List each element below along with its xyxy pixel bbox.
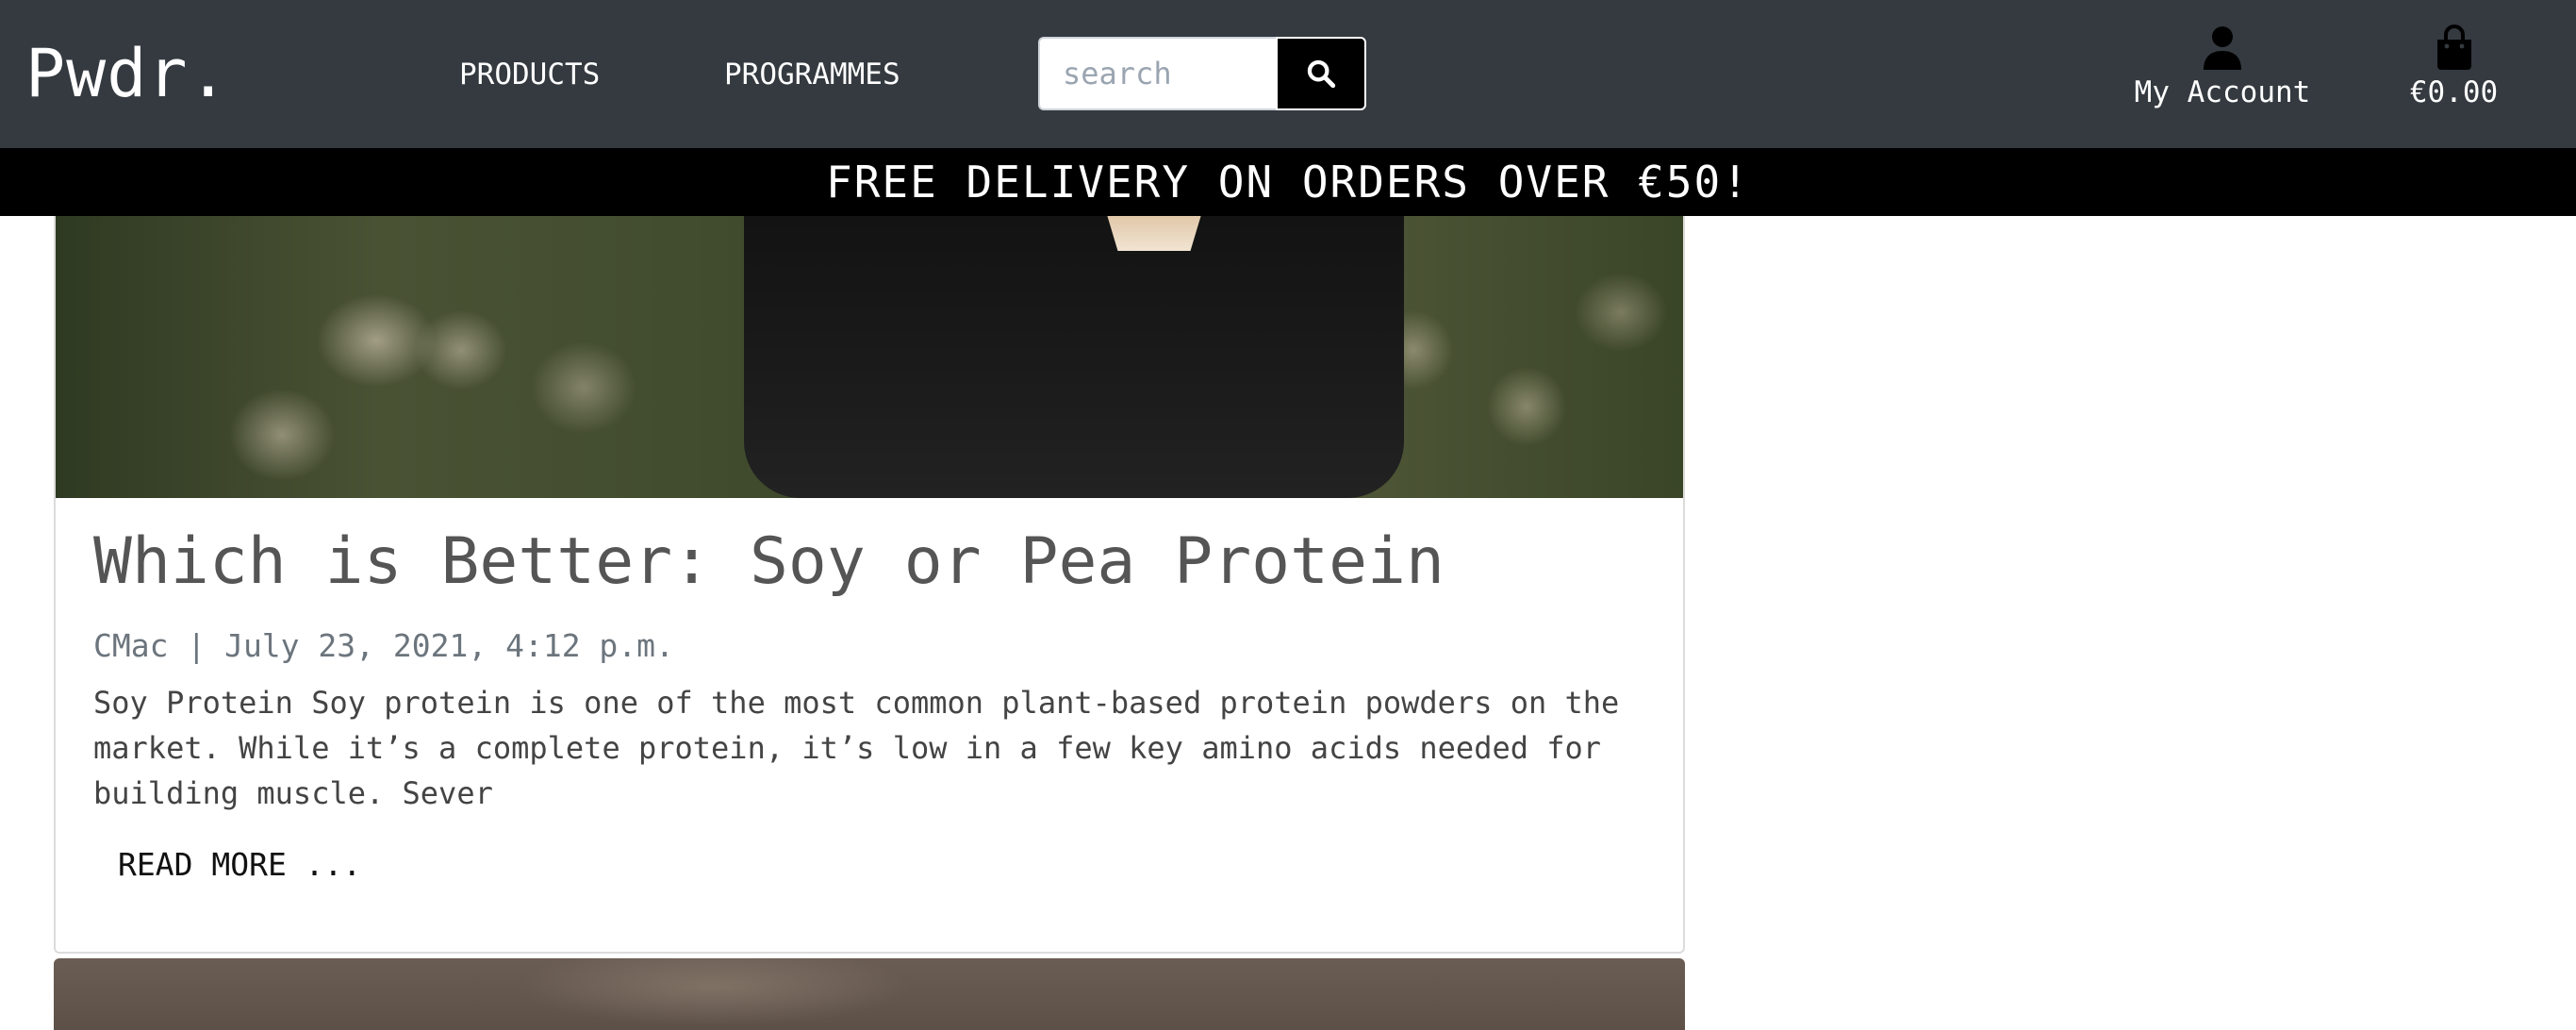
post-meta: CMac | July 23, 2021, 4:12 p.m. [93, 627, 674, 664]
read-more-button[interactable]: READ MORE ... [93, 837, 386, 893]
user-icon [2204, 26, 2241, 70]
cart-total: €0.00 [2409, 75, 2499, 109]
post-image [56, 216, 1683, 498]
nav-products-link[interactable]: PRODUCTS [459, 57, 600, 92]
search-icon [1307, 59, 1336, 89]
search-input[interactable] [1038, 37, 1276, 110]
search-form [1038, 37, 1366, 110]
post-excerpt: Soy Protein Soy protein is one of the mo… [93, 685, 1620, 811]
my-account-label: My Account [2134, 75, 2311, 109]
next-post-image[interactable] [54, 958, 1685, 1030]
blog-list: Which is Better: Soy or Pea Protein CMac… [0, 216, 2576, 1030]
blog-post-card: Which is Better: Soy or Pea Protein CMac… [54, 216, 1685, 954]
site-logo[interactable]: Pwdr. [25, 36, 229, 111]
post-title[interactable]: Which is Better: Soy or Pea Protein [93, 524, 1445, 600]
shopping-bag-icon [2436, 25, 2471, 70]
free-delivery-banner: FREE DELIVERY ON ORDERS OVER €50! [0, 148, 2576, 216]
nav-programmes-link[interactable]: PROGRAMMES [724, 57, 900, 92]
my-account-link[interactable]: My Account [2123, 25, 2321, 111]
cart-link[interactable]: €0.00 [2395, 25, 2513, 111]
site-header: Pwdr. PRODUCTS PROGRAMMES My Account €0.… [0, 0, 2576, 148]
search-button[interactable] [1276, 37, 1366, 110]
